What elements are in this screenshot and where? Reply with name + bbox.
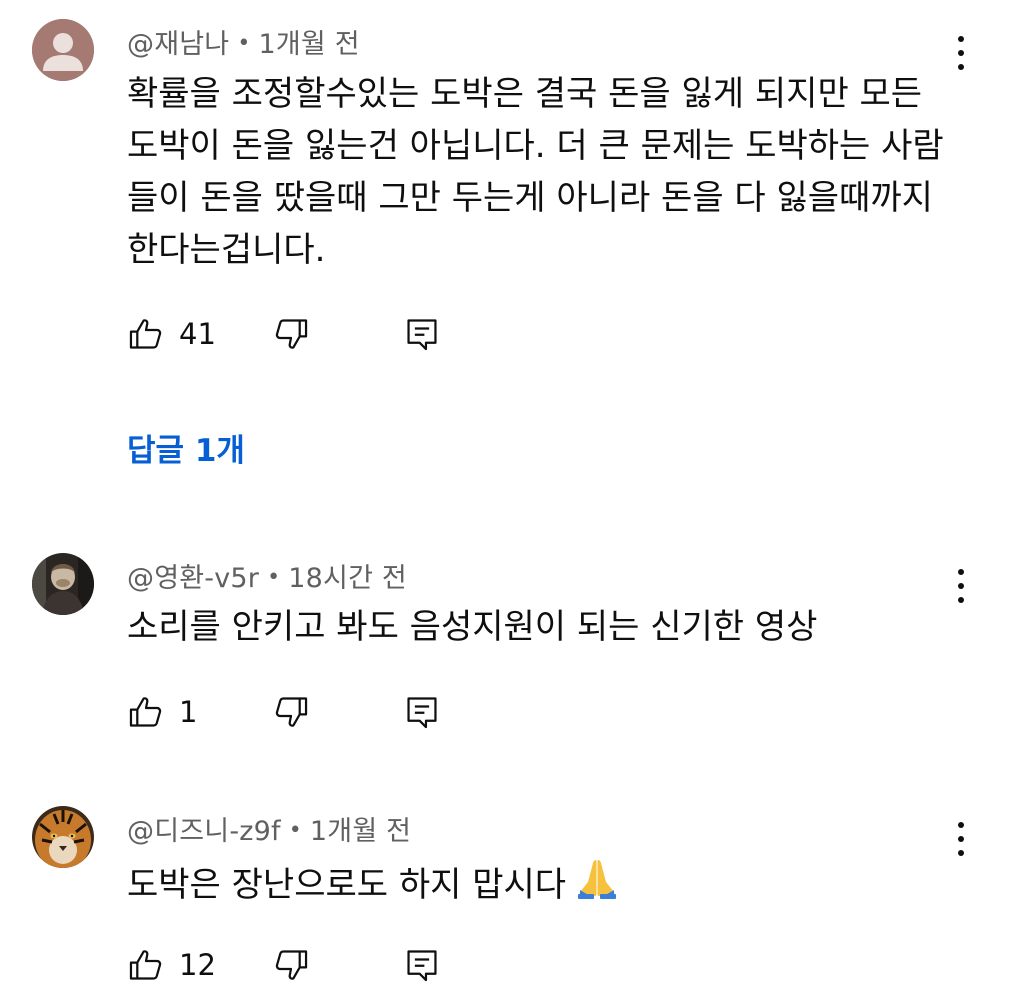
dislike-button[interactable] (272, 692, 310, 732)
separator-dot: • (267, 565, 281, 590)
avatar[interactable] (32, 19, 94, 81)
comment-actions: 1 (127, 692, 467, 732)
comment-meta: @재남나 • 1개월 전 (127, 22, 360, 61)
comment-text: 확률을 조정할수있는 도박은 결국 돈을 잃게 되지만 모든 도박이 돈을 잃는… (127, 68, 957, 276)
comment-meta: @디즈니-z9f • 1개월 전 (127, 809, 411, 848)
author-name[interactable]: @재남나 (127, 29, 229, 60)
like-button[interactable]: 41 (127, 314, 216, 354)
default-person-icon (32, 19, 94, 81)
like-count: 12 (179, 948, 216, 982)
reply-icon (407, 319, 437, 351)
author-name[interactable]: @영환-v5r (127, 563, 259, 594)
photo-avatar-tiger (32, 806, 94, 868)
comment-text-line: 들이 돈을 땄을때 그만 두는게 아니라 돈을 다 잃을때까지 (127, 178, 933, 218)
like-count: 1 (179, 695, 198, 729)
more-vert-icon[interactable] (944, 33, 978, 73)
comment-meta: @영환-v5r • 18시간 전 (127, 556, 407, 595)
thumb-down-icon (275, 319, 308, 349)
avatar[interactable] (32, 553, 94, 615)
photo-avatar-person (32, 553, 94, 615)
avatar[interactable] (32, 806, 94, 868)
reply-button[interactable] (403, 945, 441, 985)
comment-actions: 12 (127, 945, 467, 985)
reply-button[interactable] (403, 692, 441, 732)
comment-text-line: 소리를 안키고 봐도 음성지원이 되는 신기한 영상 (127, 607, 818, 647)
comment-time: 1개월 전 (309, 816, 412, 847)
like-button[interactable]: 1 (127, 692, 197, 732)
thumb-up-icon (129, 950, 162, 980)
thumb-up-icon (129, 319, 162, 349)
like-button[interactable]: 12 (127, 945, 216, 985)
comment-text-line: 도박이 돈을 잃는건 아닙니다. 더 큰 문제는 도박하는 사람 (127, 126, 944, 166)
dislike-button[interactable] (272, 945, 310, 985)
dislike-button[interactable] (272, 314, 310, 354)
separator-dot: • (288, 818, 302, 843)
comment-text-line: 한다는겁니다. (127, 230, 326, 270)
reply-button[interactable] (403, 314, 441, 354)
comment-actions: 41 (127, 314, 467, 354)
thumb-up-icon (129, 697, 162, 727)
more-vert-icon[interactable] (944, 566, 978, 606)
like-count: 41 (179, 317, 216, 351)
author-name[interactable]: @디즈니-z9f (127, 816, 281, 847)
thumb-down-icon (275, 950, 308, 980)
comment-text-line: 확률을 조정할수있는 도박은 결국 돈을 잃게 되지만 모든 (127, 74, 923, 114)
thumb-down-icon (275, 697, 308, 727)
folded-hands-emoji (574, 854, 620, 915)
comment-time: 1개월 전 (258, 29, 360, 60)
separator-dot: • (237, 31, 251, 56)
comment-text-line: 도박은 장난으로도 하지 맙시다 (127, 854, 957, 915)
comment-text: 도박은 장난으로도 하지 맙시다 (127, 854, 957, 915)
reply-icon (407, 697, 437, 729)
reply-icon (407, 950, 437, 982)
comment-text-content: 도박은 장난으로도 하지 맙시다 (127, 865, 567, 905)
comment-text: 소리를 안키고 봐도 음성지원이 되는 신기한 영상 (127, 601, 957, 653)
more-vert-icon[interactable] (944, 819, 978, 859)
replies-toggle[interactable]: 답글 1개 (127, 425, 245, 470)
comment-time: 18시간 전 (288, 563, 407, 594)
